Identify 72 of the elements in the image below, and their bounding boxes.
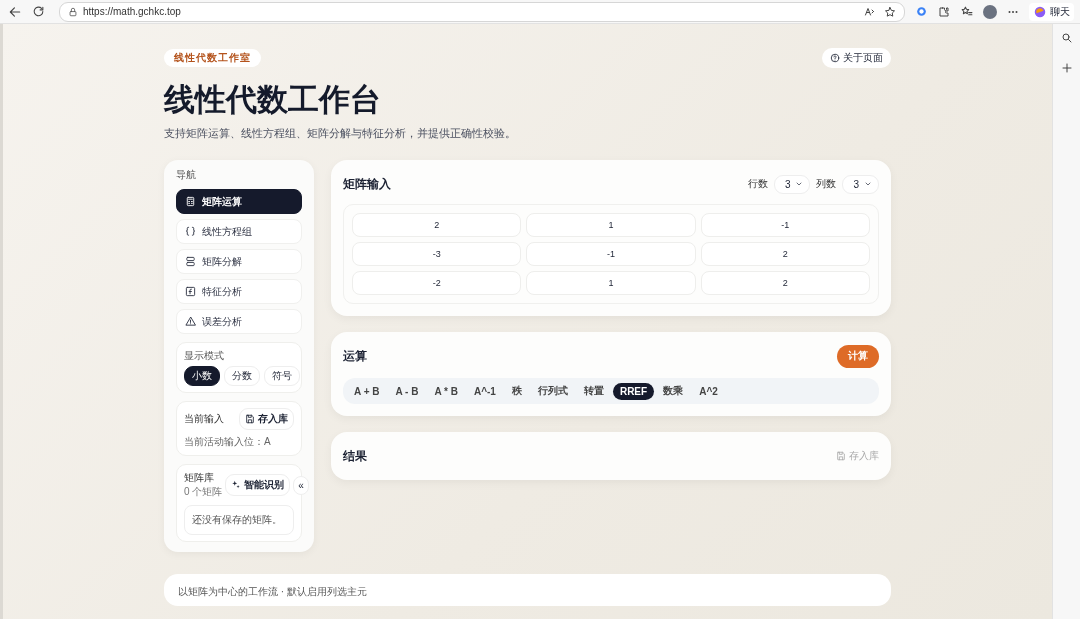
panel-title: 矩阵输入 xyxy=(343,175,391,193)
back-icon[interactable] xyxy=(8,4,22,19)
read-aloud-icon[interactable] xyxy=(864,5,876,18)
save-to-library-button[interactable]: 存入库 xyxy=(239,408,294,430)
save-icon xyxy=(245,414,255,424)
row-count-label: 行数 xyxy=(747,177,768,191)
address-bar[interactable]: https://math.gchkc.top xyxy=(59,1,905,22)
operation-tab[interactable]: RREF xyxy=(612,382,655,400)
chevron-down-icon xyxy=(795,180,804,188)
nav-item[interactable]: 线性方程组 xyxy=(176,219,302,244)
save-icon xyxy=(836,451,846,461)
nav-heading: 导航 xyxy=(176,168,197,182)
add-icon[interactable] xyxy=(1060,62,1073,74)
smart-recognize-button[interactable]: 智能识别 xyxy=(225,474,291,496)
matrix-cell-input[interactable]: 1 xyxy=(526,271,696,295)
matrix-cell-input[interactable]: 1 xyxy=(526,213,696,237)
reload-icon[interactable] xyxy=(32,5,45,18)
function-icon xyxy=(185,286,196,297)
about-button[interactable]: 关于页面 xyxy=(822,48,891,68)
row-count-select[interactable]: 3 xyxy=(773,174,811,194)
empty-library-message: 还没有保存的矩阵。 xyxy=(184,505,294,535)
column-count-select[interactable]: 3 xyxy=(842,174,879,194)
matrix-cell-input[interactable]: -2 xyxy=(352,271,522,295)
collapse-button[interactable]: « xyxy=(293,475,309,495)
operation-tab[interactable]: A + B xyxy=(347,382,387,400)
display-mode-option[interactable]: 符号 xyxy=(264,366,300,386)
column-count-label: 列数 xyxy=(816,177,837,191)
operation-tab[interactable]: A^2 xyxy=(692,382,725,400)
matrix-cell-input[interactable]: -3 xyxy=(352,242,522,266)
nav-item[interactable]: 矩阵分解 xyxy=(176,249,302,274)
operation-tab[interactable]: A - B xyxy=(388,382,426,400)
operation-tab[interactable]: 转置 xyxy=(576,381,611,401)
matrix-cell-input[interactable]: 2 xyxy=(700,271,870,295)
nav-item[interactable]: 特征分析 xyxy=(176,279,302,304)
profile-avatar[interactable] xyxy=(983,4,997,19)
operation-tab[interactable]: 秩 xyxy=(504,381,529,401)
favorites-icon[interactable] xyxy=(960,5,973,18)
nav-item[interactable]: 矩阵运算 xyxy=(176,189,302,214)
page-subtitle: 支持矩阵运算、线性方程组、矩阵分解与特征分析，并提供正确性校验。 xyxy=(164,126,517,141)
split-rows-icon xyxy=(185,256,196,267)
help-icon xyxy=(830,53,840,63)
operation-tab[interactable]: 行列式 xyxy=(530,381,575,401)
display-mode-option[interactable]: 小数 xyxy=(184,366,220,386)
page-title: 线性代数工作台 xyxy=(164,81,382,119)
studio-badge: 线性代数工作室 xyxy=(164,49,261,67)
warning-icon xyxy=(185,316,196,327)
matrix-cell-input[interactable]: 2 xyxy=(700,242,870,266)
matrix-cell-input[interactable]: 2 xyxy=(352,213,522,237)
matrix-cell-input[interactable]: -1 xyxy=(700,213,870,237)
panel-title: 运算 xyxy=(343,347,367,365)
braces-icon xyxy=(185,226,196,237)
sparkle-icon xyxy=(231,480,242,490)
active-input-status: 当前活动输入位：A xyxy=(184,435,272,449)
operation-tab[interactable]: 数乘 xyxy=(656,381,691,401)
nav-item[interactable]: 误差分析 xyxy=(176,309,302,334)
calculator-icon xyxy=(185,196,196,207)
footer-text: 以矩阵为中心的工作流 · 默认启用列选主元 xyxy=(178,586,367,597)
chevron-down-icon xyxy=(864,180,872,188)
lock-icon xyxy=(68,6,78,17)
star-icon[interactable] xyxy=(884,5,896,18)
search-icon[interactable] xyxy=(1060,32,1073,44)
display-mode-option[interactable]: 分数 xyxy=(224,366,260,386)
panel-title: 结果 xyxy=(343,447,367,465)
chat-button[interactable]: 聊天 xyxy=(1029,2,1074,21)
url-text: https://math.gchkc.top xyxy=(83,6,181,17)
section-label: 显示模式 xyxy=(184,349,225,363)
section-label: 当前输入 xyxy=(184,412,224,426)
library-title: 矩阵库 xyxy=(184,471,215,485)
operation-tab[interactable]: A^-1 xyxy=(466,382,503,400)
matrix-cell-input[interactable]: -1 xyxy=(526,242,696,266)
operation-tab[interactable]: A * B xyxy=(427,382,465,400)
matrix-count: 0 个矩阵 xyxy=(184,485,223,499)
